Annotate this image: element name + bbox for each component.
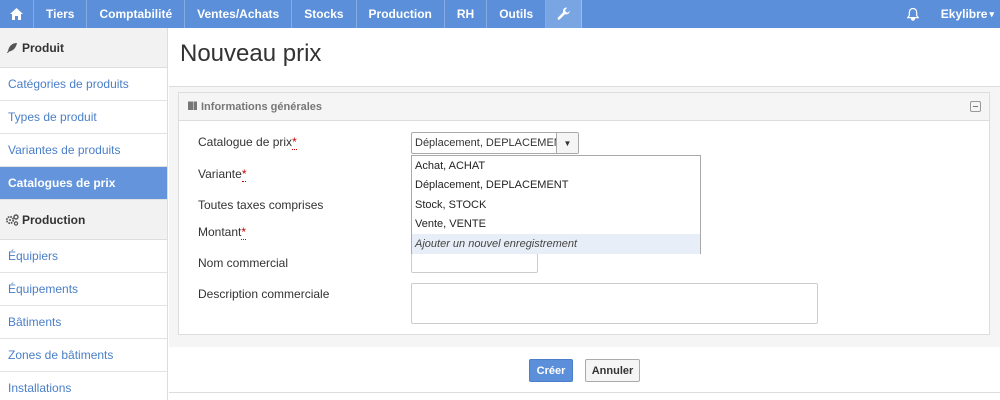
sidebar-item-installations[interactable]: Installations [0, 372, 167, 400]
dropdown-option[interactable]: Vente, VENTE [412, 215, 700, 235]
sidebar: Produit Catégories de produits Types de … [0, 28, 168, 400]
nav-rh[interactable]: RH [445, 0, 488, 28]
required-marker: * [241, 225, 247, 240]
catalogue-select-value: Déplacement, DEPLACEMENT [415, 137, 556, 149]
sidebar-item-variantes-produits[interactable]: Variantes de produits [0, 134, 167, 167]
catalogue-dropdown: Achat, ACHAT Déplacement, DEPLACEMENT St… [411, 155, 701, 254]
gears-icon [4, 213, 20, 226]
sidebar-section-production: Production [0, 200, 167, 240]
dropdown-option[interactable]: Déplacement, DEPLACEMENT [412, 176, 700, 196]
notifications-button[interactable] [893, 0, 933, 28]
field-label-nom-commercial: Nom commercial [198, 256, 289, 270]
field-label-montant: Montant* [198, 225, 247, 240]
book-icon [187, 100, 198, 114]
sidebar-section-produit: Produit [0, 28, 167, 68]
sidebar-item-catalogues-prix[interactable]: Catalogues de prix [0, 167, 167, 200]
field-label-description: Description commerciale [198, 287, 330, 301]
top-nav: Tiers Comptabilité Ventes/Achats Stocks … [0, 0, 1000, 28]
home-icon [10, 8, 23, 20]
bell-icon [906, 7, 919, 21]
description-textarea[interactable] [411, 283, 818, 324]
field-label-variante: Variante* [198, 167, 247, 182]
catalogue-select[interactable]: Déplacement, DEPLACEMENT ▼ [411, 132, 579, 154]
settings-button[interactable] [546, 0, 583, 28]
sidebar-item-equipiers[interactable]: Équipiers [0, 240, 167, 273]
divider [169, 392, 1000, 393]
user-name: Ekylibre [940, 7, 988, 21]
collapse-icon[interactable] [970, 101, 981, 112]
required-marker: * [241, 167, 247, 182]
panel-title: Informations générales [201, 100, 323, 113]
label-text: Catalogue de prix [198, 135, 293, 149]
nom-commercial-input[interactable] [411, 253, 538, 273]
create-button[interactable]: Créer [529, 359, 573, 382]
nav-ventes-achats[interactable]: Ventes/Achats [185, 0, 293, 28]
caret-down-icon[interactable]: ▼ [556, 133, 578, 153]
sidebar-item-batiments[interactable]: Bâtiments [0, 306, 167, 339]
sidebar-item-categories-produits[interactable]: Catégories de produits [0, 68, 167, 101]
home-button[interactable] [0, 0, 34, 28]
field-label-catalogue: Catalogue de prix* [198, 135, 297, 150]
page-title: Nouveau prix [180, 40, 322, 67]
nav-production[interactable]: Production [357, 0, 445, 28]
field-label-ttc: Toutes taxes comprises [198, 198, 324, 212]
cancel-button[interactable]: Annuler [585, 359, 640, 382]
nav-comptabilite[interactable]: Comptabilité [87, 0, 186, 28]
label-text: Montant [198, 225, 242, 239]
chevron-down-icon: ▾ [989, 8, 994, 19]
wrench-icon [557, 7, 570, 20]
dropdown-option[interactable]: Stock, STOCK [412, 195, 700, 215]
nav-stocks[interactable]: Stocks [292, 0, 357, 28]
user-menu[interactable]: Ekylibre ▾ [933, 0, 1000, 28]
form-actions: Créer Annuler [169, 348, 1000, 394]
sidebar-section-title: Production [22, 212, 86, 227]
general-info-panel: Informations générales Catalogue de prix… [178, 92, 990, 335]
main-content: Nouveau prix Informations générales Cata… [169, 28, 1000, 400]
sidebar-section-title: Produit [22, 40, 64, 55]
dropdown-add-new-option[interactable]: Ajouter un nouvel enregistrement [412, 234, 700, 254]
sidebar-item-zones-batiments[interactable]: Zones de bâtiments [0, 339, 167, 372]
nav-tiers[interactable]: Tiers [34, 0, 88, 28]
dropdown-option[interactable]: Achat, ACHAT [412, 156, 700, 176]
panel-header: Informations générales [179, 93, 989, 121]
label-text: Variante [198, 167, 242, 181]
sidebar-item-types-produit[interactable]: Types de produit [0, 101, 167, 134]
form-area: Informations générales Catalogue de prix… [169, 87, 1000, 347]
nav-outils[interactable]: Outils [487, 0, 547, 28]
sidebar-item-equipements[interactable]: Équipements [0, 273, 167, 306]
required-marker: * [292, 135, 297, 150]
feather-icon [4, 42, 20, 54]
